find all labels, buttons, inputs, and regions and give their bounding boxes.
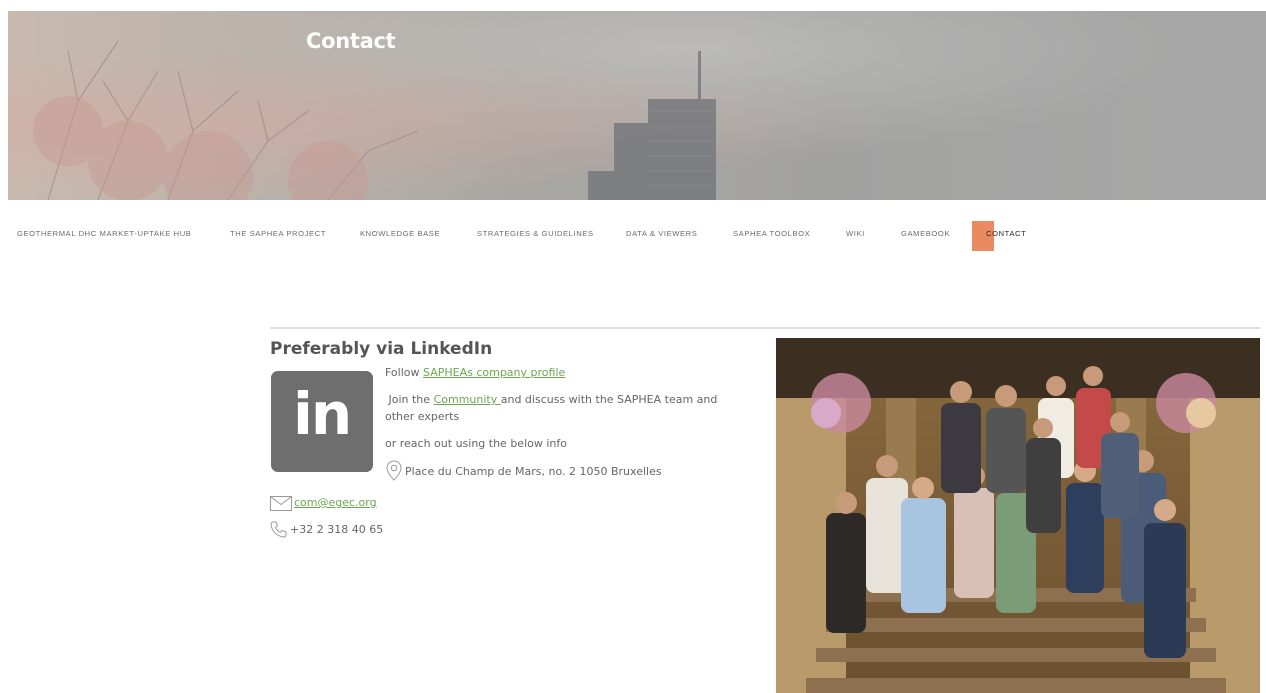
hero-cityscape-image — [33, 40, 716, 200]
nav-item-knowledge-base[interactable]: KNOWLEDGE BASE — [360, 229, 440, 238]
nav-item-saphea-project[interactable]: THE SAPHEA PROJECT — [230, 229, 326, 238]
nav-item-strategies-guidelines[interactable]: STRATEGIES & GUIDELINES — [477, 229, 594, 238]
nav-item-wiki[interactable]: WIKI — [846, 229, 865, 238]
nav-item-data-viewers[interactable]: DATA & VIEWERS — [626, 229, 697, 238]
section-divider — [270, 327, 1260, 329]
phone-text: +32 2 318 40 65 — [290, 523, 384, 536]
join-prefix: Join the — [388, 393, 434, 406]
follow-line: Follow SAPHEAs company profile — [385, 366, 565, 379]
reach-out-text: or reach out using the below info — [385, 437, 567, 450]
phone-icon — [270, 521, 287, 538]
team-photo — [776, 338, 1260, 693]
join-line-2: other experts — [385, 410, 460, 423]
follow-prefix: Follow — [385, 366, 424, 379]
community-link[interactable]: Community — [434, 393, 501, 406]
company-profile-link[interactable]: SAPHEAs company profile — [423, 366, 565, 379]
nav-item-geothermal-hub[interactable]: GEOTHERMAL DHC MARKET-UPTAKE HUB — [17, 229, 191, 238]
main-nav: GEOTHERMAL DHC MARKET-UPTAKE HUB THE SAP… — [0, 216, 1266, 250]
team-photo-image — [776, 338, 1260, 693]
linkedin-logo-text: in — [293, 380, 352, 448]
nav-item-saphea-toolbox[interactable]: SAPHEA TOOLBOX — [733, 229, 810, 238]
location-pin-icon — [386, 460, 402, 481]
nav-item-contact[interactable]: CONTACT — [986, 229, 1026, 238]
mail-icon — [270, 496, 292, 511]
join-line: Join the Community and discuss with the … — [385, 393, 718, 406]
linkedin-logo-icon[interactable]: in — [271, 371, 373, 472]
address-text: Place du Champ de Mars, no. 2 1050 Bruxe… — [405, 465, 662, 478]
nav-item-gamebook[interactable]: GAMEBOOK — [901, 229, 950, 238]
join-suffix: and discuss with the SAPHEA team and — [500, 393, 718, 406]
page-title: Contact — [306, 29, 396, 53]
section-heading: Preferably via LinkedIn — [270, 339, 493, 359]
email-link[interactable]: com@egec.org — [294, 496, 377, 509]
hero-banner: Contact — [8, 11, 1266, 200]
